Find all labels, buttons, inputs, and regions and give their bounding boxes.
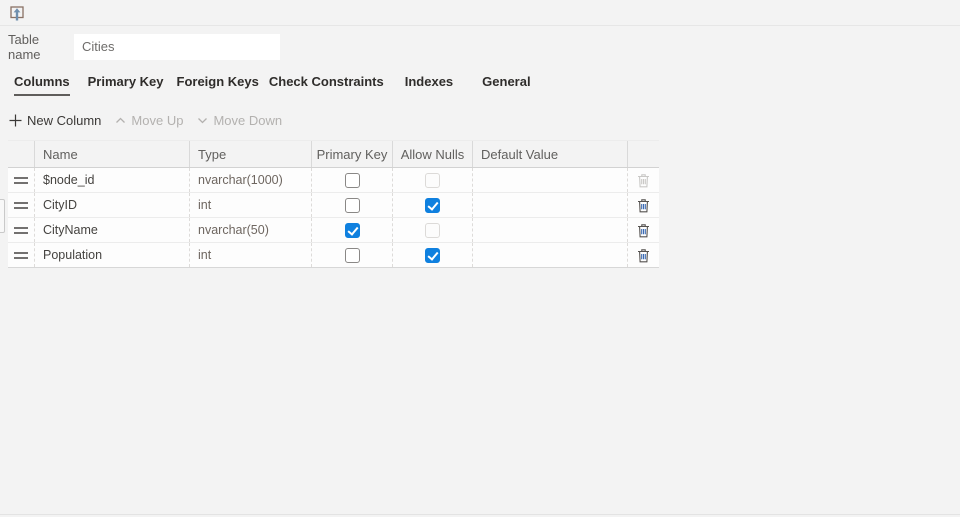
column-type-cell[interactable]: int bbox=[198, 248, 211, 262]
plus-icon bbox=[8, 113, 23, 128]
designer-toolbar bbox=[0, 0, 960, 26]
chevron-up-icon bbox=[114, 114, 127, 127]
tab-label: Primary Key bbox=[87, 74, 164, 89]
column-name-cell[interactable]: CityID bbox=[43, 198, 77, 212]
drag-handle-icon[interactable] bbox=[14, 226, 28, 234]
allow-nulls-checkbox[interactable] bbox=[425, 247, 440, 263]
grid-header-actions bbox=[628, 141, 659, 167]
trash-icon bbox=[638, 223, 649, 237]
tab-label: Check Constraints bbox=[268, 74, 384, 89]
delete-row-button[interactable] bbox=[637, 173, 650, 188]
grid-header-allow-nulls: Allow Nulls bbox=[393, 141, 473, 167]
panel-resize-handle[interactable] bbox=[0, 199, 5, 233]
column-type-cell[interactable]: int bbox=[198, 198, 211, 212]
move-down-button[interactable]: Move Down bbox=[196, 113, 282, 128]
column-row[interactable]: CityName nvarchar(50) bbox=[8, 218, 659, 243]
primary-key-checkbox[interactable] bbox=[344, 172, 360, 188]
publish-changes-icon bbox=[10, 5, 24, 20]
grid-header-primary-key: Primary Key bbox=[312, 141, 393, 167]
grid-header-default-value: Default Value bbox=[473, 141, 628, 167]
bottom-divider bbox=[0, 514, 960, 515]
new-column-label: New Column bbox=[27, 112, 102, 128]
trash-icon bbox=[638, 198, 649, 212]
delete-row-button[interactable] bbox=[637, 223, 650, 238]
tab-foreign-keys[interactable]: Foreign Keys bbox=[177, 74, 259, 96]
column-row[interactable]: $node_id nvarchar(1000) bbox=[8, 168, 659, 193]
table-name-row: Table name bbox=[8, 31, 960, 62]
allow-nulls-checkbox[interactable] bbox=[425, 222, 440, 238]
delete-row-button[interactable] bbox=[637, 248, 650, 263]
tab-bar: Columns Primary Key Foreign Keys Check Cons… bbox=[14, 73, 960, 96]
move-down-label: Move Down bbox=[213, 112, 283, 128]
column-name-cell[interactable]: CityName bbox=[43, 223, 98, 237]
primary-key-checkbox[interactable] bbox=[344, 222, 360, 238]
grid-header-name: Name bbox=[35, 141, 190, 167]
move-up-label: Move Up bbox=[131, 112, 184, 128]
column-name-cell[interactable]: Population bbox=[43, 248, 102, 262]
tab-label: Indexes bbox=[404, 74, 454, 89]
primary-key-checkbox[interactable] bbox=[344, 247, 360, 263]
table-name-input[interactable] bbox=[74, 33, 280, 60]
grid-body: $node_id nvarchar(1000) CityID int CityN… bbox=[8, 168, 659, 268]
drag-handle-icon[interactable] bbox=[14, 176, 28, 184]
drag-handle-icon[interactable] bbox=[14, 251, 28, 259]
column-type-cell[interactable]: nvarchar(50) bbox=[198, 223, 269, 237]
trash-icon bbox=[638, 173, 649, 187]
tab-primary-key[interactable]: Primary Key bbox=[88, 74, 164, 96]
grid-header-row: Name Type Primary Key Allow Nulls Defaul… bbox=[8, 141, 659, 168]
column-name-cell[interactable]: $node_id bbox=[43, 173, 94, 187]
delete-row-button[interactable] bbox=[637, 198, 650, 213]
new-column-button[interactable]: New Column bbox=[8, 113, 101, 128]
tab-general[interactable]: General bbox=[482, 74, 530, 96]
drag-handle-icon[interactable] bbox=[14, 201, 28, 209]
tab-label: Columns bbox=[14, 74, 70, 89]
move-up-button[interactable]: Move Up bbox=[114, 113, 183, 128]
columns-grid: Name Type Primary Key Allow Nulls Defaul… bbox=[8, 140, 659, 268]
tab-columns[interactable]: Columns bbox=[14, 74, 70, 96]
column-row[interactable]: CityID int bbox=[8, 193, 659, 218]
table-name-label: Table name bbox=[8, 31, 41, 62]
chevron-down-icon bbox=[196, 114, 209, 127]
column-row[interactable]: Population int bbox=[8, 243, 659, 268]
allow-nulls-checkbox[interactable] bbox=[425, 172, 440, 188]
grid-header-type: Type bbox=[190, 141, 312, 167]
tab-indexes[interactable]: Indexes bbox=[405, 74, 453, 96]
trash-icon bbox=[638, 248, 649, 262]
primary-key-checkbox[interactable] bbox=[344, 197, 360, 213]
tab-label: General bbox=[482, 74, 531, 89]
tab-check-constraints[interactable]: Check Constraints bbox=[269, 74, 384, 96]
tab-label: Foreign Keys bbox=[176, 74, 259, 89]
allow-nulls-checkbox[interactable] bbox=[425, 197, 440, 213]
column-type-cell[interactable]: nvarchar(1000) bbox=[198, 173, 283, 187]
grid-header-handle bbox=[8, 141, 35, 167]
grid-toolbar: New Column Move Up Move Down bbox=[8, 109, 960, 131]
publish-changes-button[interactable] bbox=[6, 2, 28, 24]
